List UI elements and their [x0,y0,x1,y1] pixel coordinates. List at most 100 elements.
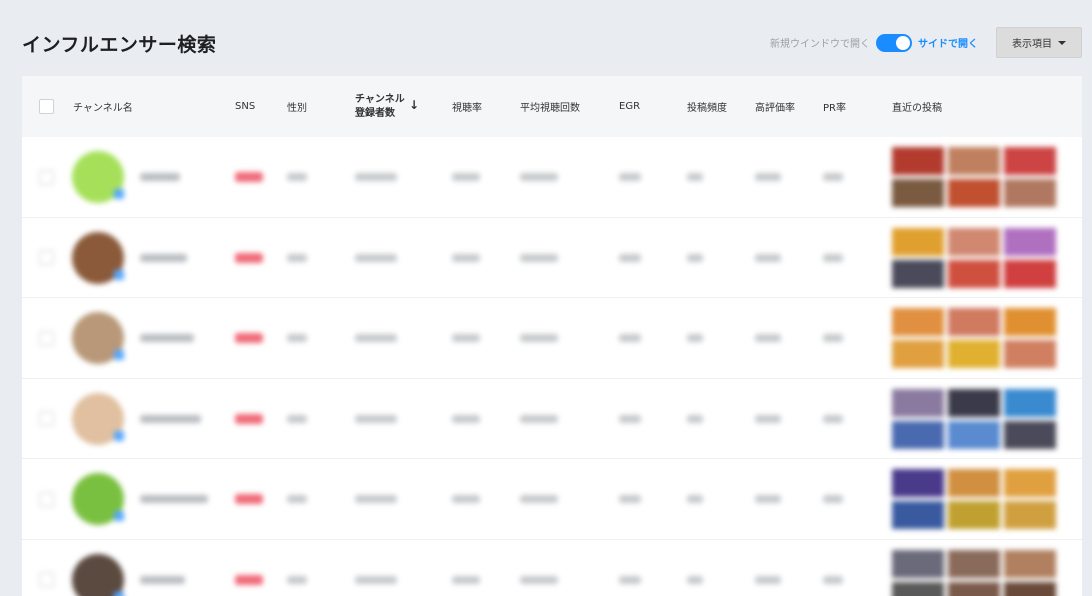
row-checkbox-cell [39,298,54,378]
row-checkbox[interactable] [39,491,54,507]
avg-views-cell [520,459,558,539]
header-post-frequency[interactable]: 投稿頻度 [687,76,727,137]
egr-cell [619,298,641,378]
blurred-value [355,414,397,423]
display-columns-button[interactable]: 表示項目 [996,27,1082,58]
header-avg-views[interactable]: 平均視聴回数 [520,76,580,137]
post-thumbnail[interactable] [1004,581,1056,596]
post-thumbnail[interactable] [1004,308,1056,336]
post-thumbnail[interactable] [892,227,944,256]
channel-cell[interactable] [72,298,194,378]
sort-down-arrow-icon: ↓ [409,98,420,112]
table-row[interactable] [22,298,1082,379]
post-thumbnail[interactable] [1004,179,1056,207]
post-thumbnail[interactable] [948,308,1000,336]
channel-cell[interactable] [72,540,185,596]
recent-posts-thumbnails [892,469,1056,529]
channel-cell[interactable] [72,459,208,539]
post-frequency-cell [687,218,703,298]
post-thumbnail[interactable] [948,469,1000,497]
post-thumbnail[interactable] [1004,420,1056,449]
header-controls: 新規ウインドウで開く サイドで開く 表示項目 [770,27,1082,58]
post-thumbnail[interactable] [948,340,1000,368]
row-checkbox[interactable] [39,169,54,185]
header-view-rate[interactable]: 視聴率 [452,76,482,137]
post-thumbnail[interactable] [948,227,1000,256]
post-thumbnail[interactable] [1004,227,1056,256]
table-row[interactable] [22,540,1082,596]
post-thumbnail[interactable] [1004,469,1056,497]
blurred-value [520,334,558,342]
table-row[interactable] [22,218,1082,298]
channel-name-placeholder [140,414,201,423]
table-row[interactable] [22,379,1082,459]
post-thumbnail[interactable] [892,549,944,578]
post-thumbnail[interactable] [892,340,944,368]
post-thumbnail[interactable] [948,581,1000,596]
post-thumbnail[interactable] [948,179,1000,207]
row-checkbox[interactable] [39,330,54,346]
row-checkbox[interactable] [39,572,54,587]
row-checkbox[interactable] [39,250,54,265]
blurred-value [235,413,263,424]
table-row[interactable] [22,137,1082,218]
post-thumbnail[interactable] [892,147,944,175]
header-gender[interactable]: 性別 [287,76,307,137]
gender-cell [287,379,307,459]
channel-cell[interactable] [72,218,187,298]
subscribers-cell [355,540,397,596]
row-checkbox[interactable] [39,411,54,426]
blurred-value [755,495,781,503]
blurred-value [619,575,641,584]
header-subscribers-line2: 登録者数 [355,107,395,119]
post-thumbnail[interactable] [892,259,944,288]
caret-down-icon [1058,40,1066,45]
blurred-value [619,334,641,342]
blurred-value [355,334,397,342]
side-open-label[interactable]: サイドで開く [918,35,978,50]
post-thumbnail[interactable] [948,388,1000,417]
open-mode-toggle[interactable] [876,33,912,52]
header-egr[interactable]: EGR [619,76,640,137]
post-thumbnail[interactable] [948,147,1000,175]
post-thumbnail[interactable] [892,308,944,336]
post-frequency-cell [687,137,703,217]
channel-name-placeholder [140,575,185,584]
page-header: インフルエンサー検索 新規ウインドウで開く サイドで開く 表示項目 [22,0,1082,76]
post-thumbnail[interactable] [892,179,944,207]
post-thumbnail[interactable] [892,420,944,449]
post-thumbnail[interactable] [892,501,944,529]
pr-rate-cell [823,379,843,459]
subscribers-cell [355,459,397,539]
sns-cell [235,298,263,378]
post-thumbnail[interactable] [948,420,1000,449]
subscribers-cell [355,379,397,459]
header-pr-rate[interactable]: PR率 [823,76,846,137]
channel-cell[interactable] [72,137,180,217]
post-thumbnail[interactable] [1004,549,1056,578]
post-thumbnail[interactable] [1004,147,1056,175]
post-thumbnail[interactable] [948,501,1000,529]
post-thumbnail[interactable] [892,581,944,596]
recent-posts-cell [892,137,1056,217]
post-thumbnail[interactable] [1004,501,1056,529]
blurred-value [823,414,843,423]
post-thumbnail[interactable] [1004,259,1056,288]
header-sns[interactable]: SNS [235,76,255,137]
post-thumbnail[interactable] [1004,388,1056,417]
post-thumbnail[interactable] [1004,340,1056,368]
header-subscribers[interactable]: チャンネル 登録者数 ↓ [355,76,425,137]
table-row[interactable] [22,459,1082,540]
subscribers-cell [355,137,397,217]
header-channel-name[interactable]: チャンネル名 [73,76,133,137]
post-thumbnail[interactable] [948,549,1000,578]
header-rating-rate[interactable]: 高評価率 [755,76,795,137]
select-all-checkbox[interactable] [39,99,54,114]
post-thumbnail[interactable] [892,388,944,417]
post-thumbnail[interactable] [948,259,1000,288]
channel-cell[interactable] [72,379,201,459]
header-subscribers-line1: チャンネル [355,93,405,105]
post-thumbnail[interactable] [892,469,944,497]
avatar [72,553,124,596]
recent-posts-thumbnails [892,147,1056,207]
